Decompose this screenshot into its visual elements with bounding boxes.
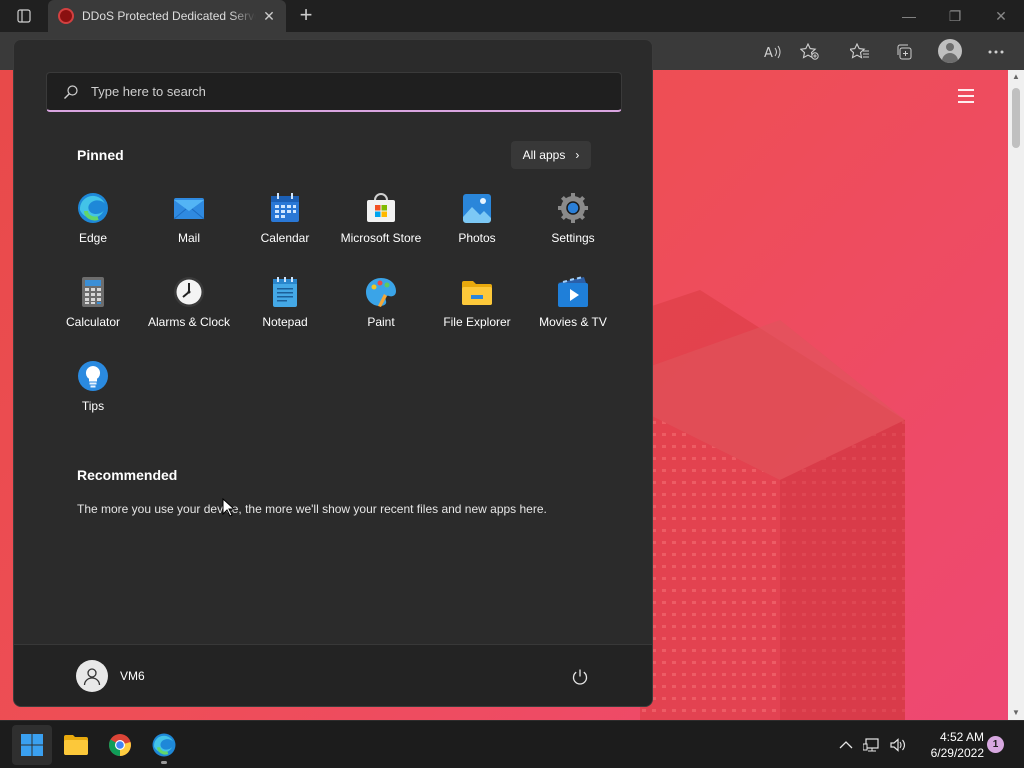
app-label: Tips [81, 399, 105, 413]
settings-icon [556, 191, 590, 225]
pinned-app-mail[interactable]: Mail [141, 187, 237, 271]
new-tab-button[interactable]: + [294, 4, 318, 28]
notepad-icon [268, 275, 302, 309]
page-scrollbar[interactable]: ▲ ▼ [1008, 70, 1024, 720]
browser-tab-bar: DDoS Protected Dedicated Servers ✕ + — ❐… [0, 0, 1024, 32]
read-aloud-icon[interactable]: A [761, 40, 785, 64]
folder-icon [460, 275, 494, 309]
search-input[interactable] [91, 84, 591, 99]
user-name: VM6 [120, 669, 145, 683]
app-label: Alarms & Clock [147, 315, 230, 329]
app-label: Photos [458, 231, 496, 245]
app-label: Edge [78, 231, 108, 245]
show-hidden-icons-chevron-icon[interactable] [836, 735, 856, 755]
pinned-app-alarms-clock[interactable]: Alarms & Clock [141, 271, 237, 355]
pinned-app-calculator[interactable]: Calculator [45, 271, 141, 355]
tab-close-button[interactable]: ✕ [262, 8, 276, 25]
close-window-button[interactable]: ✕ [978, 0, 1024, 32]
app-label: Mail [177, 231, 200, 245]
app-label: Settings [551, 231, 595, 245]
taskbar-clock[interactable]: 4:52 AM 6/29/2022 [912, 729, 984, 761]
pinned-app-notepad[interactable]: Notepad [237, 271, 333, 355]
tab-actions-icon[interactable] [10, 7, 38, 25]
clock-date: 6/29/2022 [930, 746, 984, 760]
search-icon [64, 84, 78, 99]
user-account-button[interactable]: VM6 [76, 659, 145, 693]
mouse-cursor-icon [222, 498, 236, 517]
pinned-app-photos[interactable]: Photos [429, 187, 525, 271]
running-indicator [161, 761, 167, 764]
network-icon[interactable] [862, 735, 882, 755]
chrome-icon [109, 734, 131, 756]
app-label: File Explorer [443, 315, 511, 329]
scroll-down-icon[interactable]: ▼ [1008, 706, 1024, 720]
clock-icon [172, 275, 206, 309]
taskbar-chrome[interactable] [100, 725, 140, 765]
all-apps-button[interactable]: All apps › [511, 141, 591, 169]
notification-badge[interactable]: 1 [987, 736, 1004, 753]
app-label: Paint [367, 315, 395, 329]
app-label: Notepad [262, 315, 308, 329]
app-label: Microsoft Store [340, 231, 422, 245]
paint-icon [364, 275, 398, 309]
scroll-up-icon[interactable]: ▲ [1008, 70, 1024, 84]
all-apps-label: All apps [522, 148, 566, 162]
power-button[interactable] [568, 665, 592, 689]
app-label: Calculator [65, 315, 121, 329]
restore-button[interactable]: ❐ [932, 0, 978, 32]
pinned-app-tips[interactable]: Tips [45, 355, 141, 439]
pinned-app-calendar[interactable]: Calendar [237, 187, 333, 271]
favorites-icon[interactable] [848, 40, 872, 64]
site-menu-button[interactable] [958, 89, 974, 103]
svg-text:A: A [764, 46, 773, 60]
minimize-button[interactable]: — [886, 0, 932, 32]
volume-icon[interactable] [888, 735, 908, 755]
edge-icon [152, 733, 176, 757]
store-icon [364, 191, 398, 225]
pinned-app-paint[interactable]: Paint [333, 271, 429, 355]
app-label: Calendar [260, 231, 310, 245]
calendar-icon [268, 191, 302, 225]
pinned-heading: Pinned [77, 147, 124, 163]
pinned-app-microsoft-store[interactable]: Microsoft Store [333, 187, 429, 271]
start-search-box[interactable] [46, 72, 622, 112]
pinned-apps-grid: Edge Mail Calendar Microsoft Store Photo… [45, 187, 621, 439]
scroll-thumb[interactable] [1012, 88, 1020, 148]
edge-icon [76, 191, 110, 225]
collections-icon[interactable] [892, 40, 916, 64]
clock-time: 4:52 AM [939, 730, 984, 744]
start-menu-footer: VM6 [14, 644, 652, 706]
chevron-right-icon: › [575, 148, 580, 162]
taskbar-file-explorer[interactable] [56, 725, 96, 765]
app-label: Movies & TV [539, 315, 607, 329]
tab-title: DDoS Protected Dedicated Servers [82, 9, 256, 23]
profile-icon[interactable] [938, 39, 962, 63]
start-button[interactable] [12, 725, 52, 765]
start-menu: Pinned All apps › Edge Mail Calendar [13, 39, 653, 707]
add-favorite-icon[interactable] [798, 40, 822, 64]
user-avatar-icon [76, 660, 108, 692]
recommended-empty-message: The more you use your device, the more w… [77, 502, 547, 516]
taskbar: 4:52 AM 6/29/2022 [0, 720, 1024, 768]
photos-icon [460, 191, 494, 225]
start-icon [21, 734, 43, 756]
calculator-icon [76, 275, 110, 309]
recommended-heading: Recommended [77, 467, 178, 483]
movies-icon [556, 275, 590, 309]
more-icon[interactable] [984, 40, 1008, 64]
pinned-app-settings[interactable]: Settings [525, 187, 621, 271]
taskbar-edge[interactable] [144, 725, 184, 765]
tips-icon [76, 359, 110, 393]
mail-icon [172, 191, 206, 225]
file-explorer-icon [64, 735, 88, 755]
browser-tab[interactable]: DDoS Protected Dedicated Servers ✕ [48, 0, 286, 32]
site-favicon-icon [58, 8, 74, 24]
pinned-app-file-explorer[interactable]: File Explorer [429, 271, 525, 355]
pinned-app-edge[interactable]: Edge [45, 187, 141, 271]
power-icon [572, 669, 588, 685]
pinned-app-movies-tv[interactable]: Movies & TV [525, 271, 621, 355]
